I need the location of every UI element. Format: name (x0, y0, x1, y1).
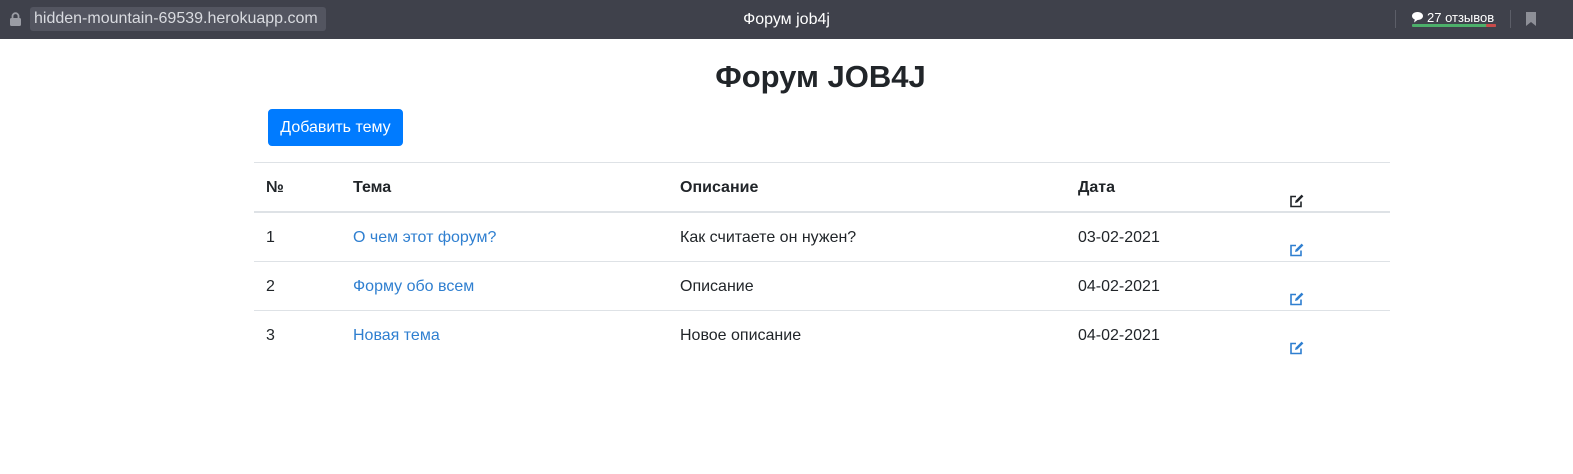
row-number: 1 (266, 229, 275, 246)
table-row: 1 О чем этот форум? Как считаете он нуже… (254, 212, 1390, 261)
browser-top-bar: hidden-mountain-69539.herokuapp.com Фору… (0, 0, 1573, 39)
column-header-description: Описание (680, 179, 759, 196)
row-description: Как считаете он нужен? (680, 229, 857, 246)
edit-icon (1289, 180, 1305, 208)
topic-link[interactable]: Форму обо всем (353, 278, 474, 295)
lock-icon (10, 12, 21, 26)
address-bar-url[interactable]: hidden-mountain-69539.herokuapp.com (34, 9, 318, 29)
column-header-topic: Тема (353, 179, 392, 196)
edit-topic-icon[interactable] (1289, 327, 1305, 355)
column-header-number: № (266, 179, 284, 196)
row-description: Новое описание (680, 327, 802, 344)
bookmark-icon[interactable] (1526, 12, 1536, 26)
column-header-date: Дата (1078, 179, 1116, 196)
speech-bubble-icon (1412, 12, 1423, 23)
reviews-rating-bar (1412, 24, 1496, 27)
row-date: 03-02-2021 (1078, 229, 1160, 246)
page-title: Форум JOB4J (715, 59, 926, 94)
topic-link[interactable]: О чем этот форум? (353, 229, 496, 246)
row-number: 2 (266, 278, 275, 295)
table-row: 2 Форму обо всем Описание 04-02-2021 (254, 261, 1390, 310)
toolbar-divider (1510, 10, 1511, 28)
reviews-count-label: 27 отзывов (1427, 9, 1495, 25)
topic-link[interactable]: Новая тема (353, 327, 440, 344)
table-row: 3 Новая тема Новое описание 04-02-2021 (254, 310, 1390, 359)
edit-topic-icon[interactable] (1289, 229, 1305, 257)
table-header-row: № Тема Описание Дата (254, 162, 1390, 212)
row-date: 04-02-2021 (1078, 327, 1160, 344)
edit-topic-icon[interactable] (1289, 278, 1305, 306)
row-date: 04-02-2021 (1078, 278, 1160, 295)
row-description: Описание (680, 278, 754, 295)
toolbar-divider (1395, 10, 1396, 28)
row-number: 3 (266, 327, 275, 344)
topics-table: № Тема Описание Дата 1 О чем этот форум?… (254, 162, 1390, 359)
add-topic-button[interactable]: Добавить тему (268, 109, 403, 146)
